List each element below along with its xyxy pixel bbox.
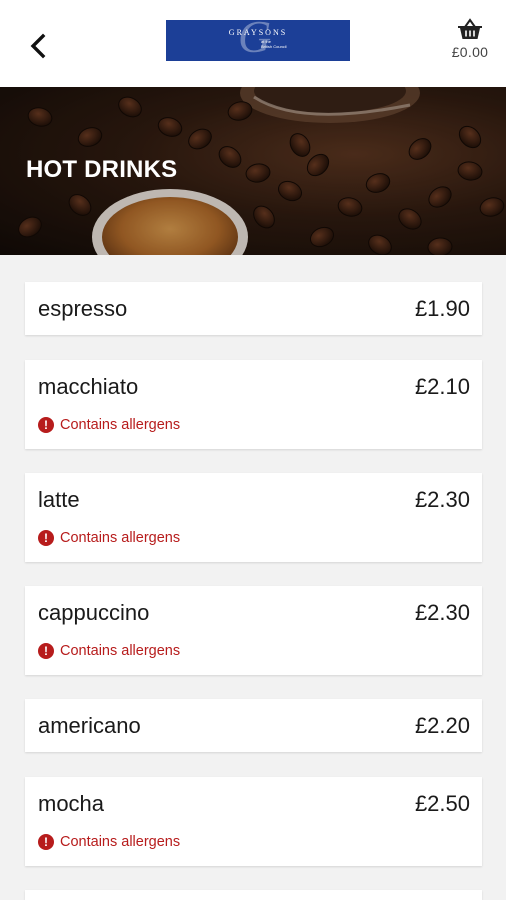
menu-item-card[interactable] [25,890,482,900]
menu-item-card[interactable]: macchiato £2.10 ! Contains allergens [25,360,482,449]
menu-item-card[interactable]: americano £2.20 [25,699,482,752]
allergen-text: Contains allergens [60,530,181,546]
item-name: mocha [38,791,105,816]
exclamation-circle-icon: ! [38,417,54,433]
item-price: £2.10 [414,374,470,399]
category-title: HOT DRINKS [26,156,178,183]
menu-item-card[interactable]: espresso £1.90 [25,282,482,335]
category-banner: HOT DRINKS [0,87,506,255]
item-name: latte [38,487,80,512]
item-price: £2.30 [414,600,470,625]
allergen-notice: ! Contains allergens [38,530,180,546]
back-button[interactable] [22,28,54,64]
allergen-text: Contains allergens [60,417,181,433]
allergen-text: Contains allergens [60,643,181,659]
basket-icon [458,18,482,39]
allergen-notice: ! Contains allergens [38,834,180,850]
exclamation-circle-icon: ! [38,530,54,546]
chevron-left-icon [30,33,46,59]
logo-name: GRAYSONS [228,28,288,37]
item-name: macchiato [38,374,139,399]
menu-item-card[interactable]: cappuccino £2.30 ! Contains allergens [25,586,482,675]
app-header: G GRAYSONS at the British Council £0.00 [0,0,506,87]
allergen-text: Contains allergens [60,834,181,850]
allergen-notice: ! Contains allergens [38,417,180,433]
basket-total: £0.00 [451,44,489,60]
basket-button[interactable]: £0.00 [446,18,494,68]
brand-logo[interactable]: G GRAYSONS at the British Council [166,20,350,61]
logo-subtitle: at the British Council [261,39,287,49]
exclamation-circle-icon: ! [38,643,54,659]
allergen-notice: ! Contains allergens [38,643,180,659]
item-name: espresso [38,296,128,321]
item-price: £2.50 [414,791,470,816]
item-price: £2.20 [414,713,470,738]
item-price: £1.90 [414,296,470,321]
exclamation-circle-icon: ! [38,834,54,850]
item-name: cappuccino [38,600,150,625]
menu-item-card[interactable]: latte £2.30 ! Contains allergens [25,473,482,562]
item-name: americano [38,713,141,738]
menu-item-card[interactable]: mocha £2.50 ! Contains allergens [25,777,482,866]
item-price: £2.30 [414,487,470,512]
